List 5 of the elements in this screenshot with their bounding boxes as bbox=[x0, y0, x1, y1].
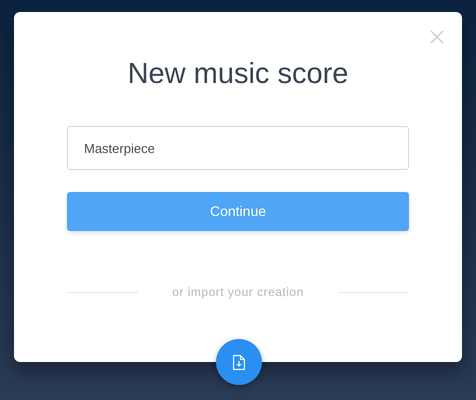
divider-label: or import your creation bbox=[172, 284, 304, 301]
name-input-field[interactable]: Masterpiece bbox=[67, 126, 409, 170]
dialog-title: New music score bbox=[128, 60, 348, 89]
file-download-icon bbox=[233, 354, 245, 370]
import-button[interactable] bbox=[216, 339, 262, 385]
